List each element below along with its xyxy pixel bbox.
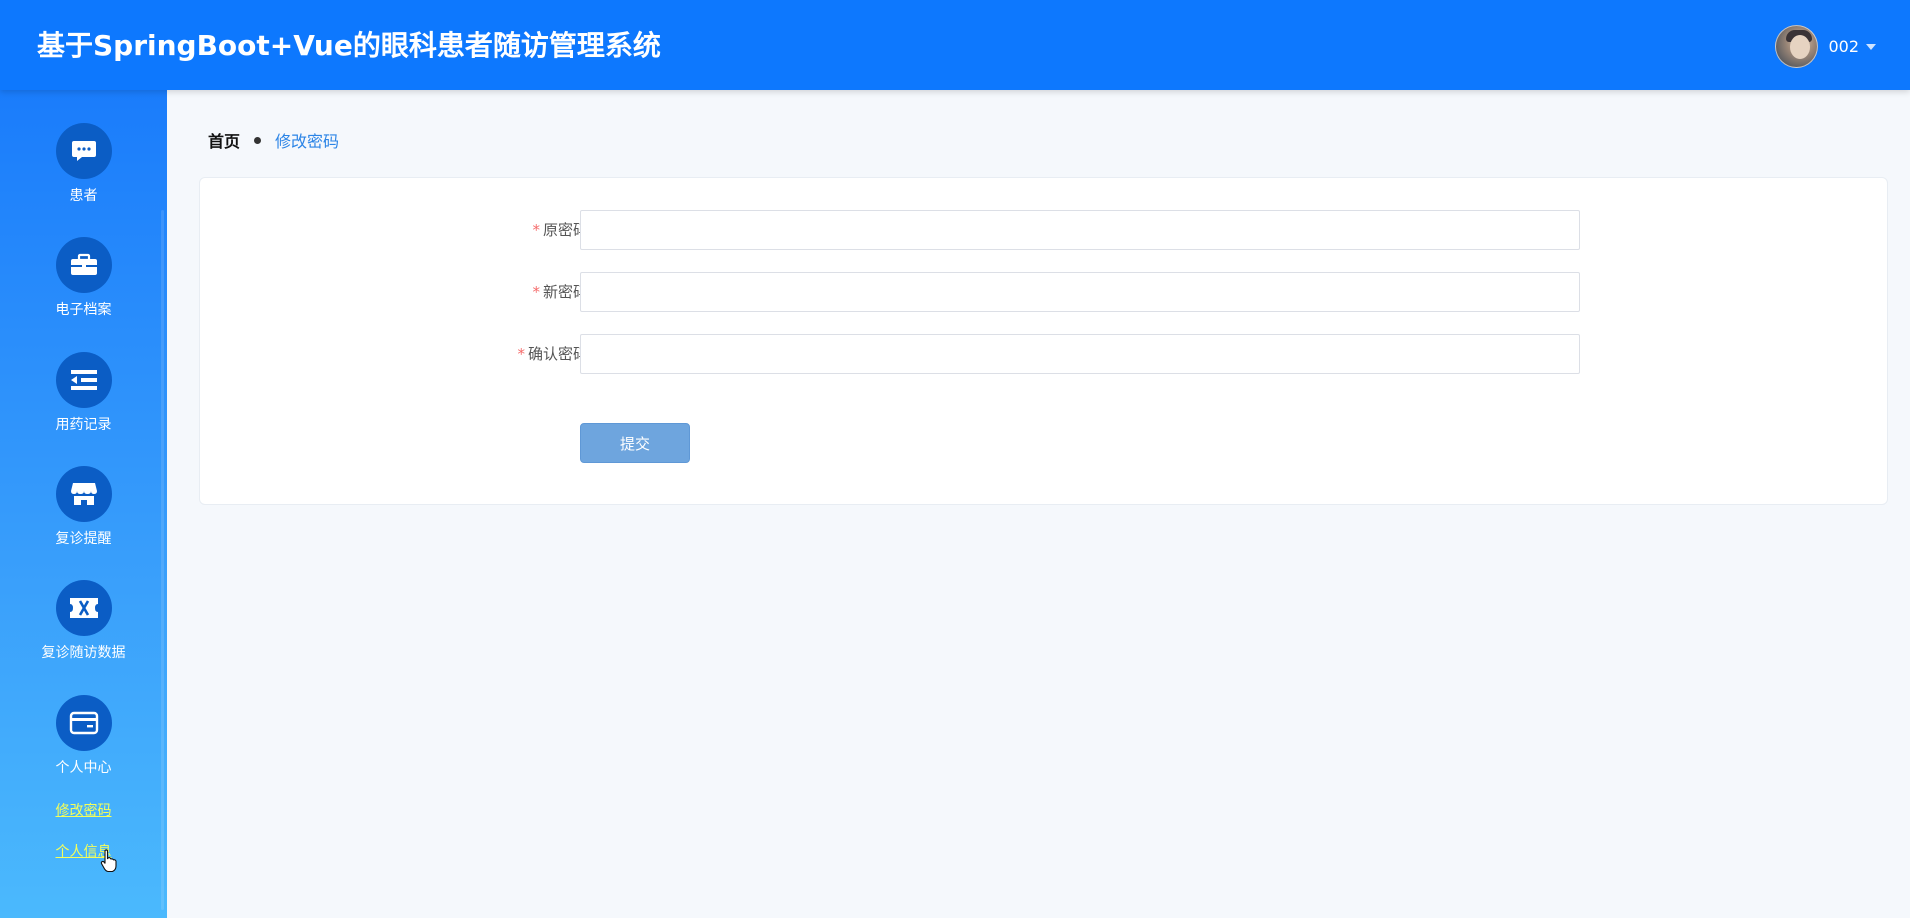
new-password-input[interactable] [580, 272, 1580, 312]
sidebar-item-label[interactable]: 电子档案 [0, 299, 167, 319]
list-indent-icon[interactable] [55, 352, 112, 408]
sidebar-item-label[interactable]: 复诊提醒 [0, 528, 167, 548]
sidebar: 患者 电子档案 用药记录 复诊提醒 复诊随访数据 个人中心 修改密码 个人信息 [0, 90, 167, 918]
breadcrumb-home[interactable]: 首页 [208, 128, 240, 152]
required-mark: * [532, 221, 540, 239]
sidebar-item-label[interactable]: 复诊随访数据 [0, 642, 167, 662]
avatar[interactable] [1775, 25, 1819, 68]
shop-icon[interactable] [55, 466, 112, 522]
sidebar-sublink-change-password[interactable]: 修改密码 [0, 800, 167, 820]
submit-button[interactable]: 提交 [580, 423, 690, 463]
required-mark: * [532, 283, 540, 301]
briefcase-icon[interactable] [55, 237, 112, 293]
sidebar-item-revisit-data[interactable]: 复诊随访数据 [0, 580, 167, 662]
sidebar-item-label[interactable]: 患者 [0, 185, 167, 205]
form-row-old-password: * 原密码 [200, 210, 1887, 250]
breadcrumb: 首页 修改密码 [208, 128, 339, 152]
wallet-card-icon[interactable] [55, 695, 112, 751]
password-form-card: * 原密码 * 新密码 * 确认密码 提交 [199, 177, 1888, 505]
confirm-password-label: * 确认密码 [517, 345, 588, 363]
hand-cursor-icon [100, 849, 117, 873]
form-row-confirm-password: * 确认密码 [200, 334, 1887, 374]
sidebar-item-patients[interactable]: 患者 [0, 123, 167, 205]
sidebar-item-label[interactable]: 用药记录 [0, 414, 167, 434]
confirm-password-input[interactable] [580, 334, 1580, 374]
sidebar-item-revisit-reminder[interactable]: 复诊提醒 [0, 466, 167, 548]
sidebar-item-label[interactable]: 个人中心 [0, 757, 167, 777]
breadcrumb-current: 修改密码 [275, 132, 340, 151]
old-password-input[interactable] [580, 210, 1580, 250]
top-header: 基于SpringBoot+Vue的眼科患者随访管理系统 002 [0, 0, 1910, 90]
sidebar-item-personal-center[interactable]: 个人中心 [0, 695, 167, 777]
caret-down-icon[interactable] [1866, 43, 1876, 50]
sidebar-item-medication[interactable]: 用药记录 [0, 352, 167, 434]
required-mark: * [517, 345, 525, 363]
sidebar-item-records[interactable]: 电子档案 [0, 237, 167, 319]
sidebar-sublink-personal-info[interactable]: 个人信息 [0, 841, 167, 861]
form-row-new-password: * 新密码 [200, 272, 1887, 312]
ticket-icon[interactable] [55, 580, 112, 636]
chat-icon[interactable] [55, 123, 112, 179]
breadcrumb-separator-icon [254, 136, 262, 144]
user-menu[interactable]: 002 [1775, 25, 1876, 68]
app-title: 基于SpringBoot+Vue的眼科患者随访管理系统 [37, 29, 661, 62]
main-content: 首页 修改密码 * 原密码 * 新密码 * 确认密码 提交 [167, 90, 1910, 918]
user-name[interactable]: 002 [1828, 37, 1859, 56]
